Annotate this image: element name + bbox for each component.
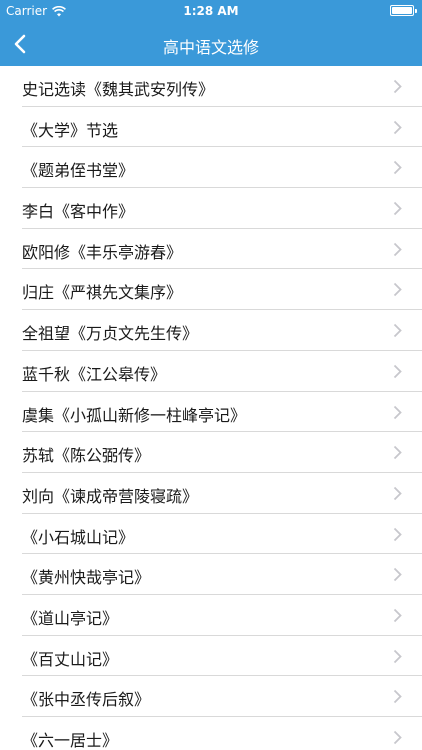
list-item[interactable]: 蓝千秋《江公皋传》 — [0, 351, 422, 392]
list-item-label: 《张中丞传后叙》 — [22, 690, 151, 710]
battery-icon — [390, 5, 417, 16]
list-item-label: 全祖望《万贞文先生传》 — [22, 324, 199, 344]
chevron-right-icon — [393, 201, 402, 216]
list-item[interactable]: 刘向《谏成帝营陵寝疏》 — [0, 473, 422, 514]
list-item[interactable]: 苏轼《陈公弼传》 — [0, 432, 422, 473]
list-item[interactable]: 《张中丞传后叙》 — [0, 676, 422, 717]
list-item-label: 《小石城山记》 — [22, 527, 135, 547]
chevron-right-icon — [393, 527, 402, 541]
header: Carrier 1:28 AM 高中语文选修 — [0, 0, 422, 66]
list-item-label: 《大学》节选 — [22, 120, 119, 140]
chevron-right-icon — [393, 323, 402, 338]
list-item-label: 欧阳修《丰乐亭游春》 — [22, 242, 183, 262]
list-item-label: 《道山亭记》 — [22, 608, 119, 628]
chevron-right-icon — [393, 120, 402, 134]
chevron-right-icon — [393, 283, 402, 297]
status-bar: Carrier 1:28 AM — [0, 0, 422, 22]
chevron-right-icon — [393, 79, 402, 94]
list-item-label: 刘向《谏成帝营陵寝疏》 — [22, 486, 199, 506]
chevron-right-icon — [393, 405, 402, 419]
navigation-bar: 高中语文选修 — [0, 22, 422, 66]
list-item[interactable]: 欧阳修《丰乐亭游春》 — [0, 229, 422, 270]
list-item[interactable]: 李白《客中作》 — [0, 188, 422, 229]
list-item[interactable]: 《大学》节选 — [0, 107, 422, 148]
list-item[interactable]: 《黄州快哉亭记》 — [0, 554, 422, 595]
list-item-label: 蓝千秋《江公皋传》 — [22, 364, 167, 384]
list-item[interactable]: 《百丈山记》 — [0, 636, 422, 677]
page-title: 高中语文选修 — [162, 38, 259, 57]
list-item-label: 李白《客中作》 — [22, 202, 135, 222]
list-item-label: 《六一居士》 — [22, 731, 119, 750]
chevron-right-icon — [393, 446, 402, 460]
chevron-right-icon — [393, 568, 402, 582]
chevron-right-icon — [393, 690, 402, 704]
list-item[interactable]: 虞集《小孤山新修一柱峰亭记》 — [0, 392, 422, 433]
chevron-right-icon — [393, 364, 402, 378]
list-item-label: 苏轼《陈公弼传》 — [22, 446, 151, 466]
chevron-right-icon — [393, 730, 402, 745]
status-time: 1:28 AM — [183, 4, 239, 18]
chevron-right-icon — [393, 161, 402, 175]
chevron-right-icon — [393, 242, 402, 256]
chevron-right-icon — [393, 649, 402, 663]
list-item[interactable]: 全祖望《万贞文先生传》 — [0, 310, 422, 351]
list-item-label: 《百丈山记》 — [22, 649, 119, 669]
list-item-label: 《题弟侄书堂》 — [22, 161, 135, 181]
list-item-label: 史记选读《魏其武安列传》 — [22, 80, 215, 99]
list-item[interactable]: 史记选读《魏其武安列传》 — [0, 66, 422, 107]
list-item-label: 《黄州快哉亭记》 — [22, 568, 151, 588]
chevron-right-icon — [393, 486, 402, 501]
article-list: 史记选读《魏其武安列传》 《大学》节选 《题弟侄书堂》 李白《客中作》欧阳修《丰乐亭游… — [0, 66, 422, 750]
list-item[interactable]: 《小石城山记》 — [0, 514, 422, 555]
list-item[interactable]: 归庄《严祺先文集序》 — [0, 269, 422, 311]
list-item[interactable]: 《六一居士》 — [0, 717, 422, 750]
chevron-right-icon — [393, 608, 402, 623]
list-item[interactable]: 《道山亭记》 — [0, 595, 422, 636]
list-item-label: 归庄《严祺先文集序》 — [22, 283, 183, 303]
list-item[interactable]: 《题弟侄书堂》 — [0, 147, 422, 189]
list-item-label: 虞集《小孤山新修一柱峰亭记》 — [22, 405, 247, 425]
